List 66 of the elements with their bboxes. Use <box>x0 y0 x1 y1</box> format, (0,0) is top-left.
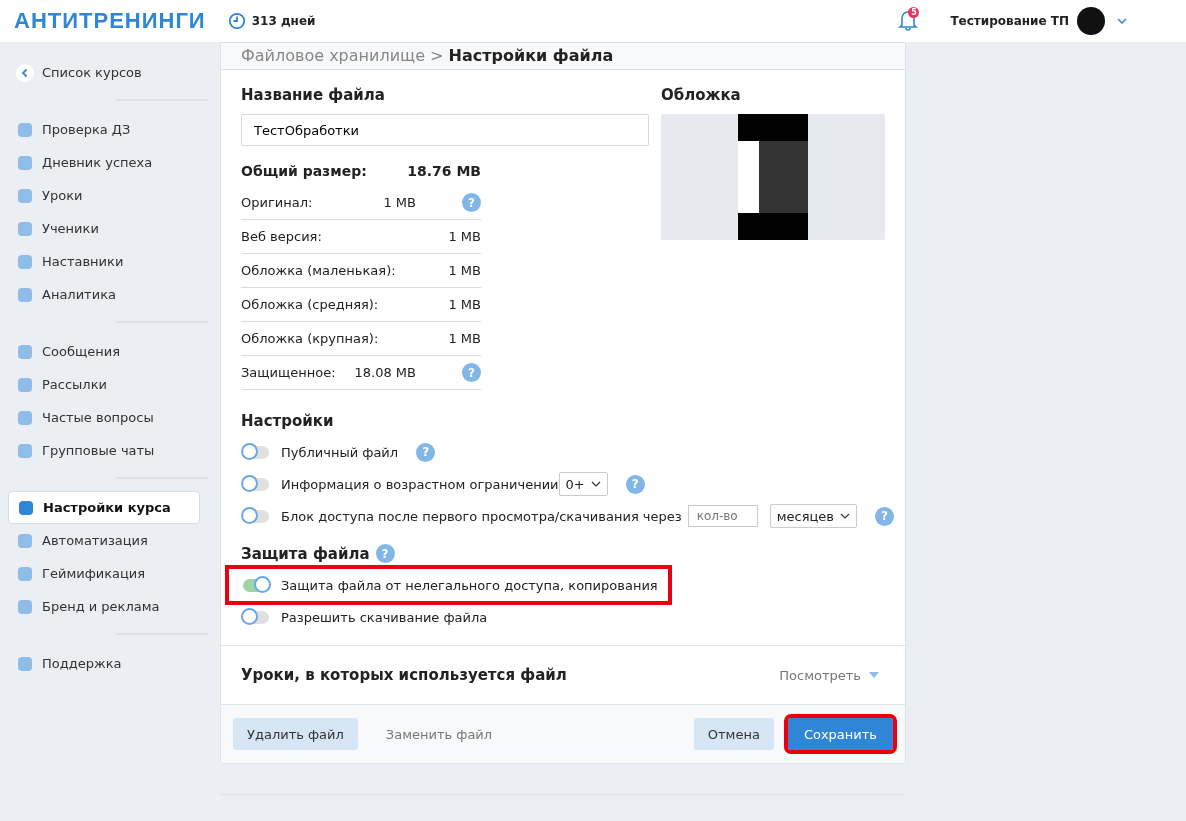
replace-button[interactable]: Заменить файл <box>371 718 507 750</box>
size-value: 1 MB <box>448 331 481 346</box>
toggle-switch[interactable] <box>243 610 269 624</box>
chevron-down-icon <box>840 513 850 519</box>
toggle-label: Блок доступа после первого просмотра/скачивания через <box>281 508 682 524</box>
chevron-left-icon <box>16 63 34 82</box>
toggle-switch[interactable] <box>243 509 269 523</box>
toggle-label: Публичный файл <box>281 444 399 460</box>
sidebar-item[interactable]: Автоматизация <box>8 524 210 557</box>
sidebar-item[interactable]: Дневник успеха <box>8 146 210 179</box>
view-link[interactable]: Посмотреть <box>779 667 879 683</box>
size-label: Веб версия: <box>241 229 323 244</box>
sidebar-item[interactable]: Поддержка <box>8 647 210 680</box>
days-counter: 313 дней <box>251 14 316 28</box>
user-name[interactable]: Тестирование ТП <box>950 14 1069 28</box>
count-field[interactable]: кол-во <box>687 505 758 527</box>
clock-icon <box>227 12 246 30</box>
logo: АНТИТРЕНИНГИ <box>14 8 206 34</box>
sidebar-item[interactable]: Наставники <box>8 245 210 278</box>
sidebar-item[interactable]: Частые вопросы <box>8 401 210 434</box>
notification-badge: 5 <box>908 7 920 18</box>
section-title: Уроки, в которых используется файл <box>241 666 567 684</box>
sidebar-item[interactable]: Список курсов <box>8 56 210 89</box>
size-value: 1 MB <box>448 263 481 278</box>
period-select[interactable]: месяцев <box>769 504 857 528</box>
toggle-switch[interactable] <box>243 445 269 459</box>
sidebar-item[interactable]: Аналитика <box>8 278 210 311</box>
chevron-down-icon <box>590 481 601 487</box>
sidebar-item[interactable]: Сообщения <box>8 335 210 368</box>
sidebar-item[interactable]: Настройки курса <box>8 491 200 524</box>
size-label: Обложка (крупная): <box>241 331 380 346</box>
age-select[interactable]: 0+ <box>558 472 608 496</box>
sidebar-item[interactable]: Ученики <box>8 212 210 245</box>
size-label: Обложка (маленькая): <box>241 263 397 278</box>
sidebar-item[interactable]: Геймификация <box>8 557 210 590</box>
size-value: 1 MB <box>383 195 416 210</box>
sidebar-item[interactable]: Бренд и реклама <box>8 590 210 623</box>
size-label: Оригинал: <box>241 195 314 210</box>
total-size-label: Общий размер: <box>241 163 367 179</box>
bell-icon[interactable] <box>898 9 919 31</box>
sidebar-item[interactable]: Уроки <box>8 179 210 212</box>
toggle-label: Информация о возрастном ограничении <box>281 476 559 492</box>
size-value: 1 MB <box>448 297 481 312</box>
caret-down-icon <box>869 672 879 678</box>
toggle-label: Защита файла от нелегального доступа, копирования <box>281 577 658 593</box>
avatar[interactable] <box>1077 7 1105 35</box>
size-label: Защищенное: <box>241 365 337 380</box>
file-name-field[interactable]: ТестОбработки <box>241 114 649 146</box>
sidebar-item[interactable]: Групповые чаты <box>8 434 210 467</box>
sidebar-item[interactable]: Рассылки <box>8 368 210 401</box>
cancel-button[interactable]: Отмена <box>693 718 774 750</box>
cover-label: Обложка <box>661 86 742 104</box>
toggle-switch[interactable] <box>243 477 269 491</box>
toggle-label: Разрешить скачивание файла <box>281 609 488 625</box>
chevron-down-icon[interactable] <box>1117 18 1127 24</box>
section-title: Настройки <box>241 412 335 430</box>
size-value: 18.08 MB <box>354 365 416 380</box>
size-label: Обложка (средняя): <box>241 297 380 312</box>
breadcrumb: Файловое хранилище > Настройки файла <box>221 43 905 70</box>
total-size-value: 18.76 MB <box>407 163 481 179</box>
section-title: Защита файла <box>241 544 370 563</box>
size-value: 1 MB <box>448 229 481 244</box>
sidebar-item[interactable]: Проверка ДЗ <box>8 113 210 146</box>
delete-button[interactable]: Удалить файл <box>233 718 358 750</box>
field-label: Название файла <box>241 86 386 104</box>
toggle-switch[interactable] <box>243 578 269 592</box>
